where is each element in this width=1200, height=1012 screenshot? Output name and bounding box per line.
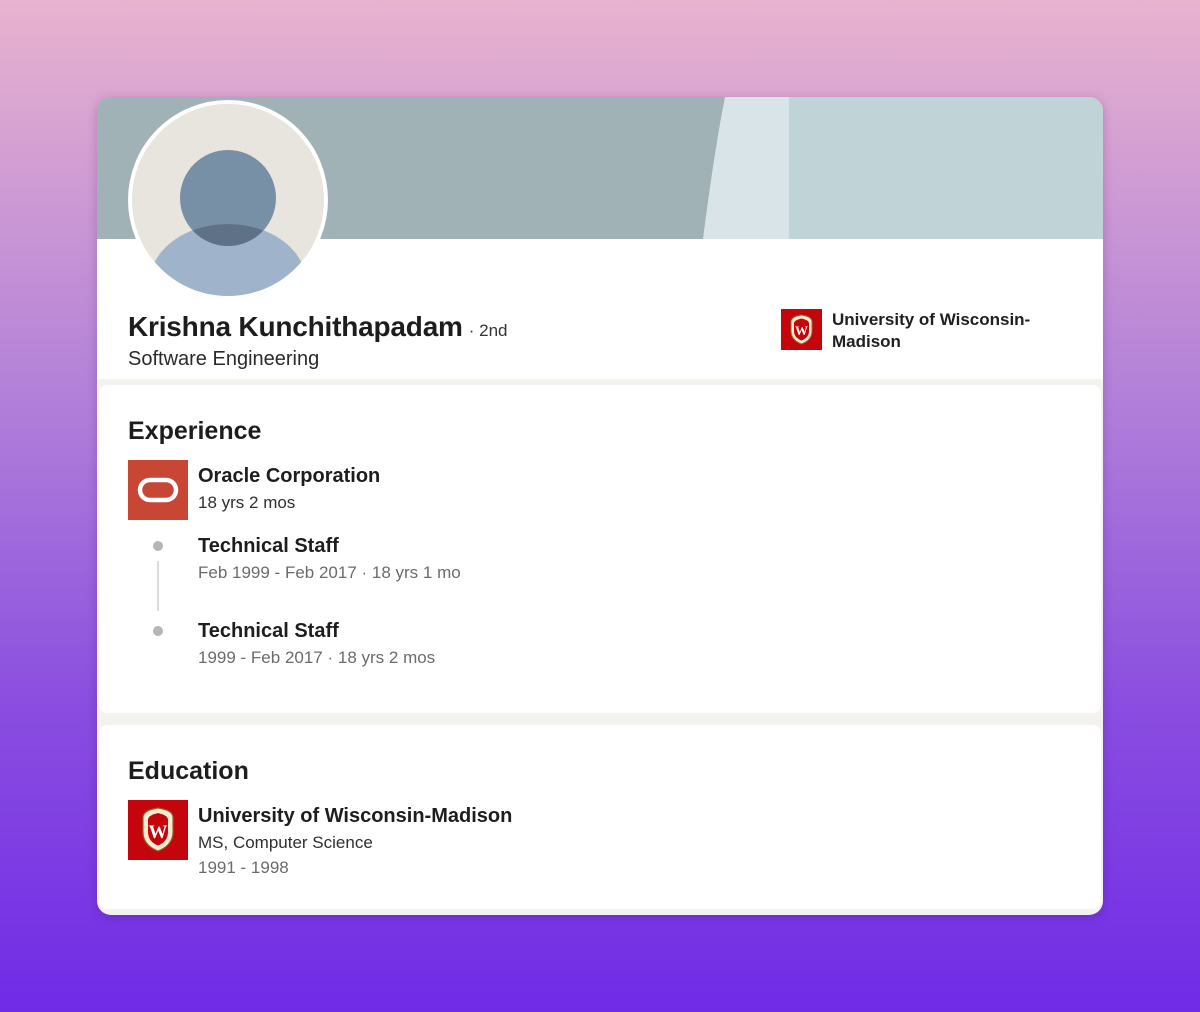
profile-card: Krishna Kunchithapadam · 2nd Software En…	[97, 97, 1103, 915]
default-avatar-icon	[132, 104, 324, 296]
uw-crest-icon[interactable]: W	[128, 800, 188, 860]
company-duration: 18 yrs 2 mos	[198, 493, 296, 512]
svg-text:W: W	[149, 822, 168, 843]
role-title[interactable]: Technical Staff	[198, 620, 339, 643]
role-title[interactable]: Technical Staff	[198, 535, 339, 558]
profile-headline: Software Engineering	[128, 348, 320, 370]
profile-name[interactable]: Krishna Kunchithapadam	[128, 311, 463, 343]
school-name[interactable]: University of Wisconsin-Madison	[198, 805, 512, 828]
timeline-dot	[153, 626, 163, 636]
profile-header: Krishna Kunchithapadam · 2nd Software En…	[97, 97, 1103, 379]
degree-field: MS, Computer Science	[198, 833, 373, 852]
timeline-dot	[153, 541, 163, 551]
uw-crest-icon: W	[781, 309, 822, 350]
profile-avatar[interactable]	[128, 100, 328, 300]
top-school-name: University of Wisconsin-Madison	[832, 310, 1031, 351]
svg-text:W: W	[795, 323, 808, 338]
timeline-line	[157, 561, 159, 611]
experience-section: Experience Oracle Corporation 18 yrs 2 m…	[99, 385, 1101, 713]
role-dates: 1999 - Feb 2017 · 18 yrs 2 mos	[198, 648, 436, 667]
education-heading: Education	[128, 757, 249, 785]
experience-heading: Experience	[128, 417, 262, 445]
education-section: Education W University of Wisconsin-Madi…	[99, 725, 1101, 909]
role-dates: Feb 1999 - Feb 2017 · 18 yrs 1 mo	[198, 563, 461, 582]
connection-degree: · 2nd	[468, 321, 508, 340]
name-row: Krishna Kunchithapadam · 2nd	[128, 311, 508, 343]
company-name[interactable]: Oracle Corporation	[198, 465, 380, 488]
education-years: 1991 - 1998	[198, 858, 289, 877]
oracle-logo-icon[interactable]	[128, 460, 188, 520]
top-school-link[interactable]: W University of Wisconsin-Madison	[781, 309, 1062, 353]
